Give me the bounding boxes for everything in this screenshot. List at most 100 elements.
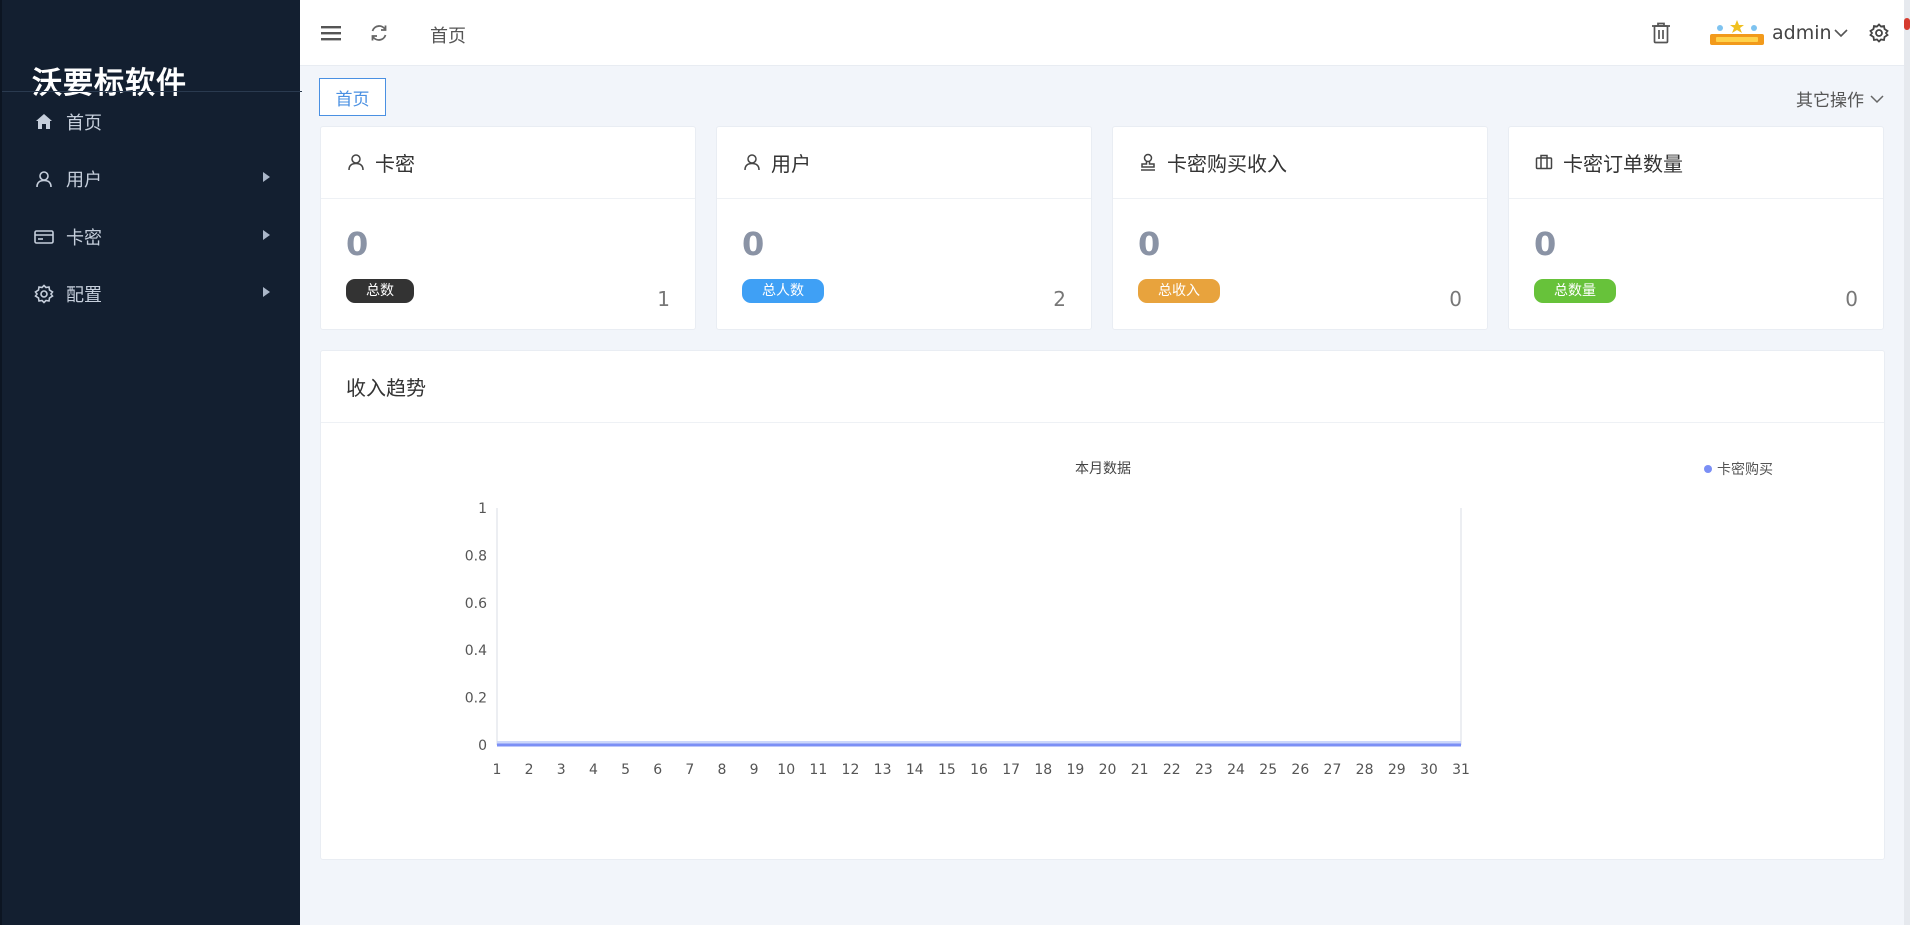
- y-tick-label: 0.8: [465, 548, 487, 564]
- scrollbar[interactable]: [1904, 0, 1910, 925]
- x-tick-label: 25: [1259, 762, 1277, 778]
- brand-title: 沃要标软件: [32, 66, 187, 101]
- trash-icon[interactable]: [1650, 22, 1672, 44]
- x-tick-label: 30: [1420, 762, 1438, 778]
- gear-icon[interactable]: [1868, 22, 1890, 44]
- sidebar-item-users[interactable]: 用户: [2, 154, 302, 204]
- x-tick-label: 31: [1452, 762, 1470, 778]
- expand-arrow-icon: [263, 172, 270, 182]
- x-tick-label: 26: [1291, 762, 1309, 778]
- user-icon: [743, 153, 763, 173]
- x-tick-label: 9: [750, 762, 759, 778]
- income-trend-chart: 本月数据 卡密购买 00.20.40.60.811 2 3 4 5 6 7 8 9 10 11 12 1…: [465, 461, 1773, 778]
- stat-card-users: 用户 0 总人数 2: [716, 126, 1092, 330]
- x-tick-label: 22: [1163, 762, 1181, 778]
- sidebar-item-home[interactable]: 首页: [2, 97, 302, 147]
- card-count: 1: [657, 287, 670, 311]
- x-tick-label: 12: [842, 762, 860, 778]
- chart-title: 本月数据: [1075, 461, 1131, 477]
- stat-card-income: 卡密购买收入 0 总收入 0: [1112, 126, 1488, 330]
- y-tick-label: 0.6: [465, 596, 487, 612]
- x-tick-label: 2: [525, 762, 534, 778]
- y-tick-label: 0: [478, 738, 487, 754]
- sidebar: 沃要标软件 首页 用户 卡密 配置: [0, 0, 302, 925]
- x-tick-label: 3: [557, 762, 566, 778]
- x-tick-label: 14: [906, 762, 924, 778]
- card-header: 卡密订单数量: [1509, 127, 1883, 199]
- card-title: 卡密: [375, 152, 415, 176]
- card-title: 卡密购买收入: [1167, 152, 1287, 176]
- expand-arrow-icon: [263, 287, 270, 297]
- x-tick-label: 28: [1356, 762, 1374, 778]
- x-tick-label: 16: [970, 762, 988, 778]
- y-tick-label: 0.4: [465, 643, 487, 659]
- x-tick-label: 24: [1227, 762, 1245, 778]
- x-tick-label: 4: [589, 762, 598, 778]
- card-header: 用户: [717, 127, 1091, 199]
- card-count: 2: [1053, 287, 1066, 311]
- card-icon: [34, 227, 54, 247]
- stat-card-cards: 卡密 0 总数 1: [320, 126, 696, 330]
- tab-home[interactable]: 首页: [319, 78, 386, 116]
- chevron-down-icon: [1870, 94, 1884, 103]
- gear-icon: [34, 284, 54, 304]
- panel-title: 收入趋势: [321, 351, 1884, 423]
- card-value: 0: [1534, 225, 1557, 263]
- x-tick-label: 13: [874, 762, 892, 778]
- card-header: 卡密购买收入: [1113, 127, 1487, 199]
- home-icon: [34, 112, 54, 132]
- chevron-down-icon: [1833, 29, 1848, 38]
- topbar: 首页 admin: [300, 0, 1910, 66]
- refresh-icon[interactable]: [368, 22, 390, 44]
- user-icon: [347, 153, 367, 173]
- stamp-icon: [1139, 153, 1159, 173]
- menu-icon[interactable]: [320, 22, 342, 44]
- x-tick-label: 21: [1131, 762, 1149, 778]
- card-badge: 总人数: [742, 279, 824, 303]
- chart-legend: 卡密购买: [1704, 461, 1773, 478]
- sidebar-item-label: 配置: [66, 285, 102, 306]
- card-count: 0: [1449, 287, 1462, 311]
- x-tick-label: 1: [493, 762, 502, 778]
- sidebar-item-cards[interactable]: 卡密: [2, 212, 302, 262]
- x-tick-label: 5: [621, 762, 630, 778]
- card-badge: 总数量: [1534, 279, 1616, 303]
- x-tick-label: 20: [1099, 762, 1117, 778]
- x-tick-label: 8: [717, 762, 726, 778]
- sidebar-item-config[interactable]: 配置: [2, 269, 302, 319]
- card-count: 0: [1845, 287, 1858, 311]
- card-title: 卡密订单数量: [1563, 152, 1683, 176]
- card-badge: 总收入: [1138, 279, 1220, 303]
- card-value: 0: [346, 225, 369, 263]
- income-trend-panel: 收入趋势 本月数据 卡密购买 0 0.2 0.4 0.6 0.8 1 1 2 3 4 5 6 7 8 9 10…: [320, 350, 1885, 860]
- logo-badge: [1708, 18, 1766, 48]
- x-tick-label: 17: [1002, 762, 1020, 778]
- y-tick-label: 0.2: [465, 691, 487, 707]
- tab-bar: 首页 其它操作: [300, 66, 1910, 120]
- scrollbar-thumb[interactable]: [1904, 18, 1910, 30]
- x-tick-label: 18: [1034, 762, 1052, 778]
- user-menu[interactable]: admin: [1772, 22, 1848, 44]
- legend-label: 卡密购买: [1717, 461, 1773, 478]
- card-title: 用户: [771, 152, 811, 176]
- y-tick-label: 1: [478, 501, 487, 517]
- other-operations-dropdown[interactable]: 其它操作: [1796, 86, 1884, 111]
- brand-divider: [2, 91, 302, 92]
- expand-arrow-icon: [263, 230, 270, 240]
- x-tick-label: 15: [938, 762, 956, 778]
- x-tick-label: 29: [1388, 762, 1406, 778]
- x-tick-label: 10: [777, 762, 795, 778]
- card-value: 0: [1138, 225, 1161, 263]
- other-operations-label: 其它操作: [1796, 91, 1864, 111]
- x-tick-label: 23: [1195, 762, 1213, 778]
- x-tick-label: 11: [809, 762, 827, 778]
- user-icon: [34, 169, 54, 189]
- sidebar-item-label: 首页: [66, 113, 102, 134]
- x-tick-label: 27: [1324, 762, 1342, 778]
- breadcrumb[interactable]: 首页: [430, 22, 466, 48]
- sidebar-item-label: 卡密: [66, 228, 102, 249]
- briefcase-icon: [1535, 153, 1555, 173]
- card-header: 卡密: [321, 127, 695, 199]
- x-tick-label: 7: [685, 762, 694, 778]
- x-tick-label: 19: [1066, 762, 1084, 778]
